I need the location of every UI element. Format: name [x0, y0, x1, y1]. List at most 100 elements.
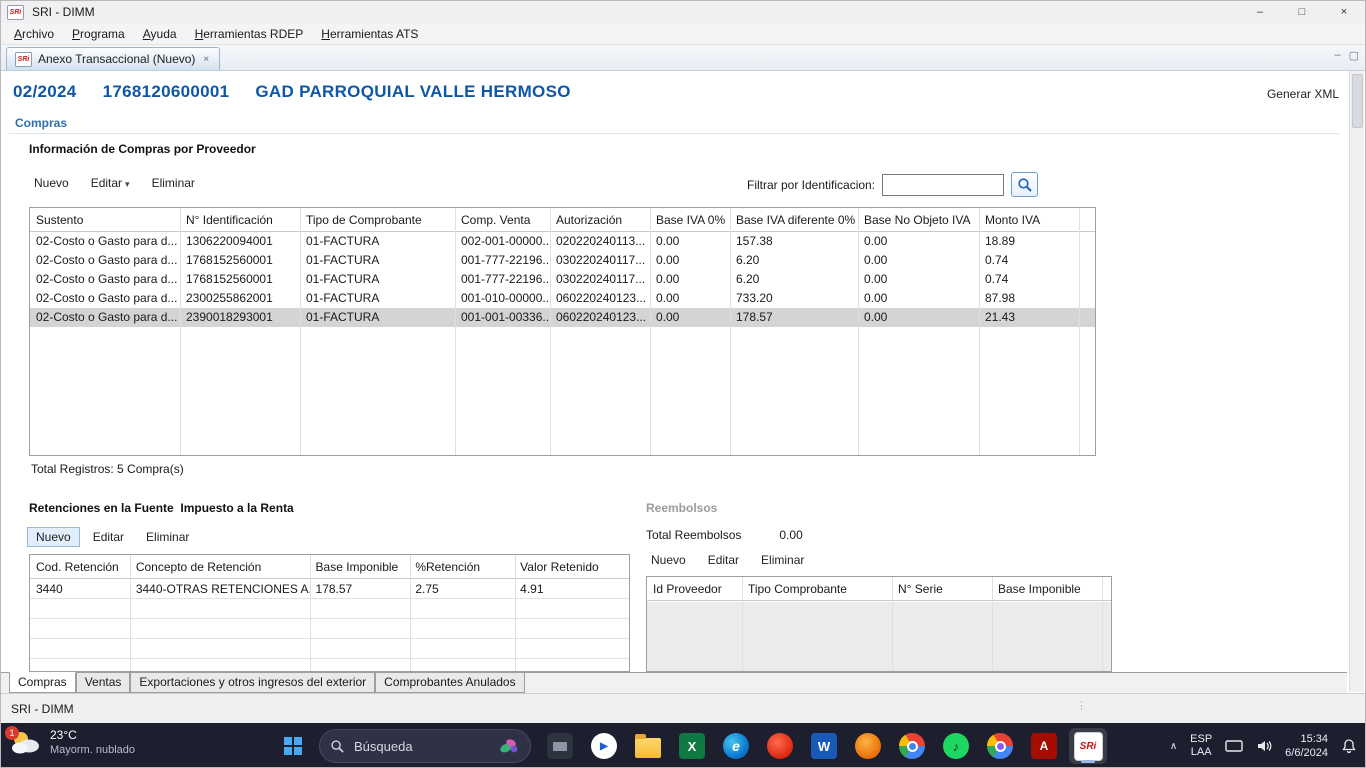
nuevo-button[interactable]: Nuevo [27, 527, 80, 547]
speaker-icon[interactable] [1256, 739, 1272, 753]
column-header[interactable]: Base Imponible [310, 555, 410, 578]
column-header[interactable]: Tipo de Comprobante [300, 208, 455, 231]
language-indicator[interactable]: ESP LAA [1190, 733, 1212, 759]
spotify-icon[interactable]: ♪ [937, 728, 975, 764]
empty-row[interactable] [30, 659, 629, 672]
editar-button[interactable]: Editar▾ [82, 173, 139, 193]
taxpayer-name: GAD PARROQUIAL VALLE HERMOSO [255, 82, 570, 102]
column-header[interactable]: Sustento [30, 208, 180, 231]
media-player-icon[interactable]: ▶ [585, 728, 623, 764]
acrobat-icon[interactable]: A [1025, 728, 1063, 764]
column-header[interactable]: Base IVA diferente 0% [730, 208, 858, 231]
chrome-beta-icon[interactable] [981, 728, 1019, 764]
start-button[interactable] [275, 731, 311, 761]
tab-label: Anexo Transaccional (Nuevo) [38, 52, 195, 66]
eliminar-button[interactable]: Eliminar [143, 173, 204, 193]
taskbar-search[interactable]: Búsqueda [319, 729, 531, 763]
tab-anexo-transaccional[interactable]: SRi Anexo Transaccional (Nuevo) × [6, 47, 220, 70]
vertical-scrollbar[interactable] [1349, 71, 1364, 692]
reembolsos-table: Id Proveedor Tipo Comprobante N° Serie B… [646, 576, 1112, 672]
window-title: SRI - DIMM [32, 5, 95, 19]
filter-input[interactable] [882, 174, 1004, 196]
generar-xml-button[interactable]: Generar XML [1267, 87, 1339, 101]
thunderbird-icon[interactable] [849, 728, 887, 764]
empty-row[interactable] [30, 619, 629, 639]
editar-button[interactable]: Editar [84, 527, 133, 547]
scrollbar-thumb[interactable] [1352, 74, 1363, 128]
excel-icon[interactable]: X [673, 728, 711, 764]
eliminar-button[interactable]: Eliminar [752, 550, 813, 570]
menu-herramientas-rdep[interactable]: Herramientas RDEP [186, 25, 313, 43]
tab-close-icon[interactable]: × [201, 54, 211, 65]
table-row[interactable]: 02-Costo o Gasto para d...13062200940010… [30, 232, 1095, 251]
empty-row[interactable] [30, 599, 629, 619]
menu-archivo[interactable]: Archivo [5, 25, 63, 43]
column-header[interactable]: Tipo Comprobante [742, 577, 892, 600]
column-header[interactable]: Cod. Retención [30, 555, 130, 578]
windows-logo-icon [284, 737, 302, 755]
tray-date: 6/6/2024 [1285, 746, 1328, 760]
column-header[interactable]: Concepto de Retención [130, 555, 310, 578]
tray-chevron-icon[interactable]: ∧ [1170, 741, 1177, 752]
search-icon [330, 739, 345, 754]
tab-exportaciones[interactable]: Exportaciones y otros ingresos del exter… [130, 672, 375, 693]
desktop: SRi SRI - DIMM – □ × Archivo Programa Ay… [0, 0, 1366, 768]
column-header[interactable]: N° Identificación [180, 208, 300, 231]
tab-ventas[interactable]: Ventas [76, 672, 131, 693]
chrome-icon[interactable] [893, 728, 931, 764]
column-header[interactable]: Monto IVA [979, 208, 1079, 231]
search-placeholder: Búsqueda [354, 739, 489, 754]
eliminar-button[interactable]: Eliminar [137, 527, 198, 547]
period: 02/2024 [13, 82, 77, 102]
table-row-selected[interactable]: 02-Costo o Gasto para d...23900182930010… [30, 308, 1095, 327]
column-header[interactable]: Base No Objeto IVA [858, 208, 979, 231]
column-header[interactable]: Base IVA 0% [650, 208, 730, 231]
table-row[interactable]: 02-Costo o Gasto para d...23002558620010… [30, 289, 1095, 308]
file-explorer-icon[interactable] [629, 728, 667, 764]
weather-widget[interactable]: 1 23°C Mayorm. nublado [9, 728, 135, 757]
statusbar: SRI - DIMM [1, 693, 1365, 723]
display-icon[interactable] [1225, 740, 1243, 753]
search-button[interactable] [1011, 172, 1038, 197]
terminal-icon[interactable] [541, 728, 579, 764]
retenciones-panel-title: Retenciones en la Fuente Impuesto a la R… [29, 501, 294, 515]
empty-row[interactable] [30, 639, 629, 659]
column-header[interactable]: Base Imponible [992, 577, 1102, 600]
column-header[interactable]: Valor Retenido [514, 555, 629, 578]
column-header[interactable]: %Retención [409, 555, 514, 578]
close-button[interactable]: × [1323, 1, 1365, 23]
column-header[interactable]: Comp. Venta [455, 208, 550, 231]
editar-button[interactable]: Editar [699, 550, 748, 570]
column-header[interactable]: Autorización [550, 208, 650, 231]
clock[interactable]: 15:34 6/6/2024 [1285, 732, 1328, 760]
pinned-apps: ▶ X e W ♪ A SRi [541, 728, 1107, 764]
ruc: 1768120600001 [103, 82, 230, 102]
word-icon[interactable]: W [805, 728, 843, 764]
minimize-button[interactable]: – [1239, 1, 1281, 23]
tab-comprobantes-anulados[interactable]: Comprobantes Anulados [375, 672, 524, 693]
tab-compras[interactable]: Compras [9, 672, 76, 693]
nuevo-button[interactable]: Nuevo [25, 173, 78, 193]
search-icon [1017, 177, 1033, 193]
table-row[interactable]: 34403440-OTRAS RETENCIONES A...178.572.7… [30, 579, 629, 599]
maximize-button[interactable]: □ [1281, 1, 1323, 23]
system-tray: ∧ ESP LAA 15:34 6/6/2024 [1170, 723, 1357, 768]
column-header[interactable]: N° Serie [892, 577, 992, 600]
sri-dimm-icon[interactable]: SRi [1069, 728, 1107, 764]
notification-bell-icon[interactable] [1341, 738, 1357, 754]
document-header: 02/2024 1768120600001 GAD PARROQUIAL VAL… [1, 71, 1347, 113]
nuevo-button[interactable]: Nuevo [642, 550, 695, 570]
firefox-icon[interactable] [761, 728, 799, 764]
view-minimize-icon[interactable]: – [1334, 49, 1340, 62]
view-maximize-icon[interactable]: ▢ [1349, 49, 1359, 62]
weather-icon: 1 [9, 729, 41, 757]
menu-herramientas-ats[interactable]: Herramientas ATS [312, 25, 427, 43]
menu-ayuda[interactable]: Ayuda [134, 25, 186, 43]
filter-label: Filtrar por Identificacion: [747, 178, 875, 192]
edge-icon[interactable]: e [717, 728, 755, 764]
column-header[interactable]: Id Proveedor [647, 577, 742, 600]
table-row[interactable]: 02-Costo o Gasto para d...17681525600010… [30, 270, 1095, 289]
compras-panel-title: Información de Compras por Proveedor [29, 142, 256, 156]
table-row[interactable]: 02-Costo o Gasto para d...17681525600010… [30, 251, 1095, 270]
menu-programa[interactable]: Programa [63, 25, 134, 43]
